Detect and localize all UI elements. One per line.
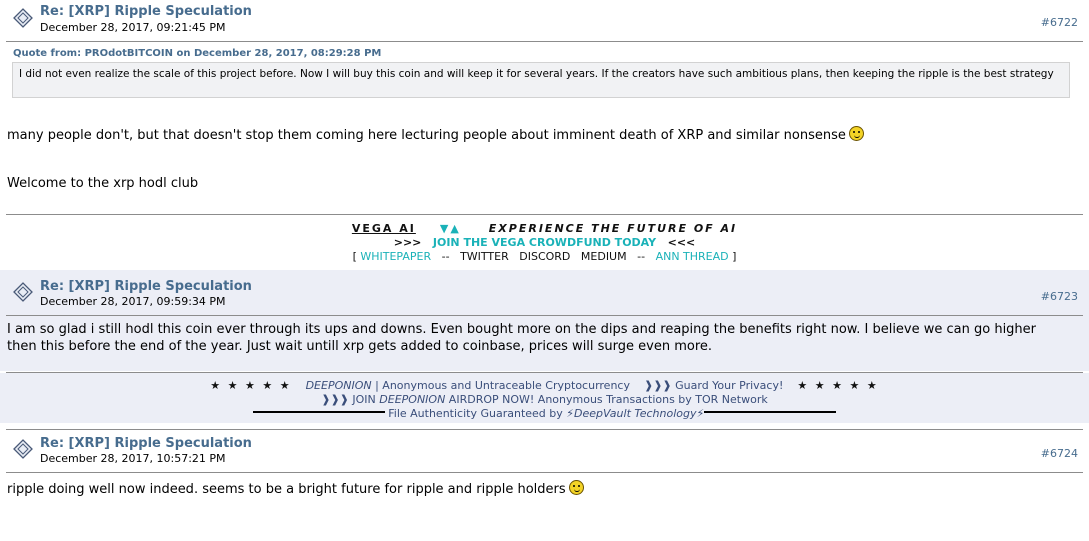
post-body-line: Welcome to the xrp hodl club [7,176,199,191]
vega-whitepaper-link[interactable]: WHITEPAPER [360,250,431,263]
deeponion-airdrop-prefix: ❱❱❱ JOIN [321,393,380,406]
deeponion-brand-link[interactable]: DEEPONION [306,379,372,392]
signature-vega: VEGA AI ▼▲ EXPERIENCE THE FUTURE OF AI >>>… [0,216,1089,268]
post-number-link[interactable]: #6723 [1041,290,1078,303]
deeponion-line-1: ★ ★ ★ ★ ★ DEEPONION | Anonymous and Untr… [0,379,1089,392]
post-divider [6,41,1083,42]
post-date: December 28, 2017, 09:21:45 PM [40,21,226,34]
vega-bracket-open: [ [352,250,357,263]
post-date: December 28, 2017, 09:59:34 PM [40,295,226,308]
smiley-icon [848,126,864,141]
post-number-link[interactable]: #6722 [1041,16,1078,29]
post-6724: Re: [XRP] Ripple Speculation December 28… [0,429,1089,541]
vega-bracket-close: ] [732,250,737,263]
vega-line-3: [ WHITEPAPER -- TWITTER DISCORD MEDIUM -… [0,250,1089,263]
post-date: December 28, 2017, 10:57:21 PM [40,452,226,465]
message-icon [13,8,33,28]
signature-divider [6,214,1083,215]
post-header: Re: [XRP] Ripple Speculation December 28… [0,429,1089,469]
deeponion-airdrop-link[interactable]: DEEPONION [379,393,445,406]
post-6722: Re: [XRP] Ripple Speculation December 28… [0,0,1089,215]
decorative-rule [252,411,385,413]
vega-line-1: VEGA AI ▼▲ EXPERIENCE THE FUTURE OF AI [0,222,1089,235]
post-title-link[interactable]: Re: [XRP] Ripple Speculation [40,436,252,451]
message-icon [13,282,33,302]
deeponion-line-3: File Authenticity Guaranteed by ⚡DeepVau… [0,407,1089,420]
vega-separator: -- [441,250,450,263]
deeponion-privacy-link[interactable]: ❱❱❱ Guard Your Privacy! [644,379,783,392]
vega-discord-link[interactable]: DISCORD [519,250,570,263]
decorative-rule [704,411,837,413]
deeponion-airdrop-text: AIRDROP NOW! Anonymous Transactions by T… [445,393,768,406]
post-divider [6,472,1083,473]
post-number-link[interactable]: #6724 [1041,447,1078,460]
vega-crowdfund-link[interactable]: JOIN THE VEGA CROWDFUND TODAY [433,236,656,249]
quote-text: I did not even realize the scale of this… [19,68,1054,80]
vega-cta-left: >>> [393,236,422,249]
star-icons: ★ ★ ★ ★ ★ [210,379,292,392]
vega-brand-link[interactable]: VEGA AI [352,222,416,235]
vega-separator: -- [637,250,646,263]
post-body-line: I am so glad i still hodl this coin ever… [7,322,1037,337]
vega-tagline: EXPERIENCE THE FUTURE OF AI [488,222,738,235]
post-header: Re: [XRP] Ripple Speculation December 28… [0,0,1089,40]
quote-header-link[interactable]: Quote from: PROdotBITCOIN on December 28… [13,48,381,59]
post-header: Re: [XRP] Ripple Speculation December 28… [0,270,1089,310]
post-body-line: then this before the end of the year. Ju… [7,339,713,354]
post-title-link[interactable]: Re: [XRP] Ripple Speculation [40,4,252,19]
post-divider [6,315,1083,316]
post-body-line: many people don't, but that doesn't stop… [7,128,846,143]
vega-twitter-link[interactable]: TWITTER [460,250,509,263]
post-body: many people don't, but that doesn't stop… [7,126,864,144]
deepvault-link[interactable]: ⚡DeepVault Technology⚡ [566,407,704,420]
vega-arrows-icon: ▼▲ [439,222,461,235]
message-icon [13,439,33,459]
post-body: ripple doing well now indeed. seems to b… [7,480,584,498]
quote-box: I did not even realize the scale of this… [12,62,1070,98]
deeponion-line-2: ❱❱❱ JOIN DEEPONION AIRDROP NOW! Anonymou… [0,393,1089,406]
vega-ann-link[interactable]: ANN THREAD [656,250,729,263]
vega-line-2: >>> JOIN THE VEGA CROWDFUND TODAY <<< [0,236,1089,249]
post-body-line: ripple doing well now indeed. seems to b… [7,482,566,497]
star-icons: ★ ★ ★ ★ ★ [797,379,879,392]
smiley-icon [568,480,584,495]
vega-cta-right: <<< [667,236,696,249]
signature-deeponion: ★ ★ ★ ★ ★ DEEPONION | Anonymous and Untr… [0,373,1089,423]
deeponion-tagline: | Anonymous and Untraceable Cryptocurren… [371,379,630,392]
post-6723: Re: [XRP] Ripple Speculation December 28… [0,270,1089,371]
post-title-link[interactable]: Re: [XRP] Ripple Speculation [40,279,252,294]
vega-medium-link[interactable]: MEDIUM [581,250,627,263]
deeponion-deepvault-text: File Authenticity Guaranteed by [388,407,567,420]
